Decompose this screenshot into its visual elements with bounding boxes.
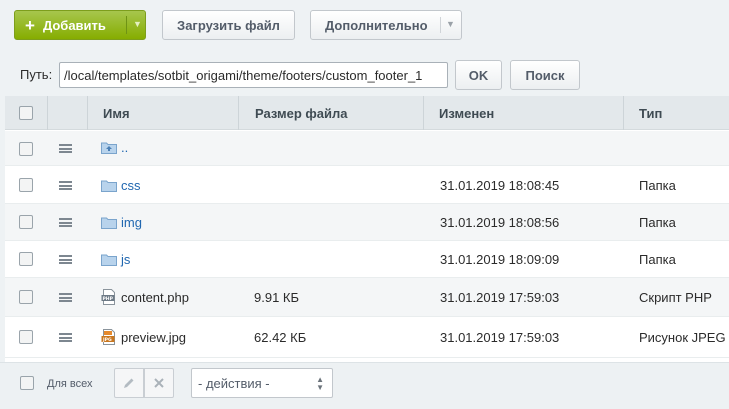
- table-row[interactable]: css 31.01.2019 18:08:45 Папка: [5, 167, 729, 204]
- row-menu-icon[interactable]: [59, 218, 72, 227]
- path-label: Путь:: [20, 67, 53, 82]
- ok-button[interactable]: OK: [455, 60, 502, 90]
- svg-text:PHP: PHP: [103, 296, 114, 302]
- row-menu-icon[interactable]: [59, 255, 72, 264]
- row-name[interactable]: js: [121, 252, 130, 267]
- row-name-cell[interactable]: JPG preview.jpg: [101, 329, 186, 345]
- chevron-down-icon[interactable]: ▼: [446, 19, 455, 29]
- column-header-modified[interactable]: Изменен: [439, 96, 494, 130]
- row-menu-icon[interactable]: [59, 181, 72, 190]
- php-file-icon: PHP: [101, 289, 115, 305]
- add-button[interactable]: + Добавить ▼: [14, 10, 146, 40]
- row-size: 62.42 КБ: [254, 330, 307, 345]
- actions-select-value: - действия -: [198, 375, 270, 391]
- search-button[interactable]: Поиск: [510, 60, 580, 90]
- svg-text:JPG: JPG: [102, 337, 112, 343]
- row-type: Папка: [639, 252, 676, 267]
- for-all-label: Для всех: [47, 378, 93, 390]
- row-checkbox[interactable]: [19, 290, 33, 304]
- toolbar: + Добавить ▼ Загрузить файл Дополнительн…: [0, 0, 729, 50]
- row-checkbox[interactable]: [19, 330, 33, 344]
- column-divider: [623, 96, 624, 130]
- column-header-type[interactable]: Тип: [639, 96, 662, 130]
- folder-up-icon: [101, 142, 117, 154]
- row-type: Рисунок JPEG: [639, 330, 726, 345]
- more-button-label: Дополнительно: [325, 17, 428, 33]
- row-size: 9.91 КБ: [254, 290, 300, 305]
- path-input[interactable]: [59, 62, 448, 88]
- path-bar: Путь: OK Поиск: [0, 50, 729, 96]
- table-row[interactable]: ..: [5, 131, 729, 166]
- column-divider: [87, 96, 88, 130]
- add-button-label: Добавить: [42, 17, 106, 33]
- row-checkbox[interactable]: [19, 178, 33, 192]
- row-modified: 31.01.2019 18:08:45: [440, 178, 560, 193]
- row-name[interactable]: ..: [121, 140, 128, 155]
- edit-button[interactable]: [114, 368, 144, 398]
- row-modified: 31.01.2019 18:08:56: [440, 215, 560, 230]
- row-type: Скрипт PHP: [639, 290, 712, 305]
- folder-icon: [101, 217, 117, 229]
- actions-select[interactable]: - действия - ▲ ▼: [191, 368, 333, 398]
- column-header-name[interactable]: Имя: [103, 96, 130, 130]
- row-name-cell[interactable]: ..: [101, 140, 128, 155]
- table-row[interactable]: JPG preview.jpg 62.42 КБ 31.01.2019 17:5…: [5, 317, 729, 358]
- row-name-cell[interactable]: js: [101, 252, 130, 267]
- row-checkbox[interactable]: [19, 142, 33, 156]
- table-row[interactable]: img 31.01.2019 18:08:56 Папка: [5, 204, 729, 241]
- row-name-cell[interactable]: img: [101, 215, 142, 230]
- plus-icon: +: [25, 15, 35, 35]
- column-divider: [238, 96, 239, 130]
- chevron-down-icon[interactable]: ▼: [133, 19, 142, 29]
- row-name-cell[interactable]: css: [101, 178, 141, 193]
- row-checkbox[interactable]: [19, 252, 33, 266]
- row-modified: 31.01.2019 18:09:09: [440, 252, 560, 267]
- column-divider: [47, 96, 48, 130]
- close-icon: [154, 378, 164, 388]
- table-row[interactable]: js 31.01.2019 18:09:09 Папка: [5, 241, 729, 278]
- folder-icon: [101, 180, 117, 192]
- table-row[interactable]: PHP content.php 9.91 КБ 31.01.2019 17:59…: [5, 278, 729, 317]
- row-name[interactable]: preview.jpg: [121, 330, 186, 345]
- row-name[interactable]: img: [121, 215, 142, 230]
- select-all-checkbox[interactable]: [19, 106, 33, 120]
- delete-button[interactable]: [144, 368, 174, 398]
- row-modified: 31.01.2019 17:59:03: [440, 290, 560, 305]
- grid-footer: Для всех - действия - ▲ ▼: [0, 362, 729, 409]
- jpg-file-icon: JPG: [101, 329, 115, 345]
- more-button[interactable]: Дополнительно ▼: [310, 10, 462, 40]
- row-type: Папка: [639, 215, 676, 230]
- row-modified: 31.01.2019 17:59:03: [440, 330, 560, 345]
- row-menu-icon[interactable]: [59, 144, 72, 153]
- upload-file-button[interactable]: Загрузить файл: [162, 10, 295, 40]
- column-header-size[interactable]: Размер файла: [255, 96, 348, 130]
- pencil-icon: [124, 378, 134, 388]
- row-menu-icon[interactable]: [59, 293, 72, 302]
- column-divider: [423, 96, 424, 130]
- add-button-divider: [126, 16, 127, 34]
- grid-header: Имя Размер файла Изменен Тип: [5, 96, 729, 130]
- chevron-up-down-icon: ▲ ▼: [316, 375, 324, 392]
- select-all-footer-checkbox[interactable]: [20, 376, 34, 390]
- row-type: Папка: [639, 178, 676, 193]
- row-checkbox[interactable]: [19, 215, 33, 229]
- row-name[interactable]: css: [121, 178, 141, 193]
- folder-icon: [101, 254, 117, 266]
- row-name-cell[interactable]: PHP content.php: [101, 289, 189, 305]
- row-name[interactable]: content.php: [121, 290, 189, 305]
- more-button-divider: [440, 17, 441, 33]
- row-menu-icon[interactable]: [59, 333, 72, 342]
